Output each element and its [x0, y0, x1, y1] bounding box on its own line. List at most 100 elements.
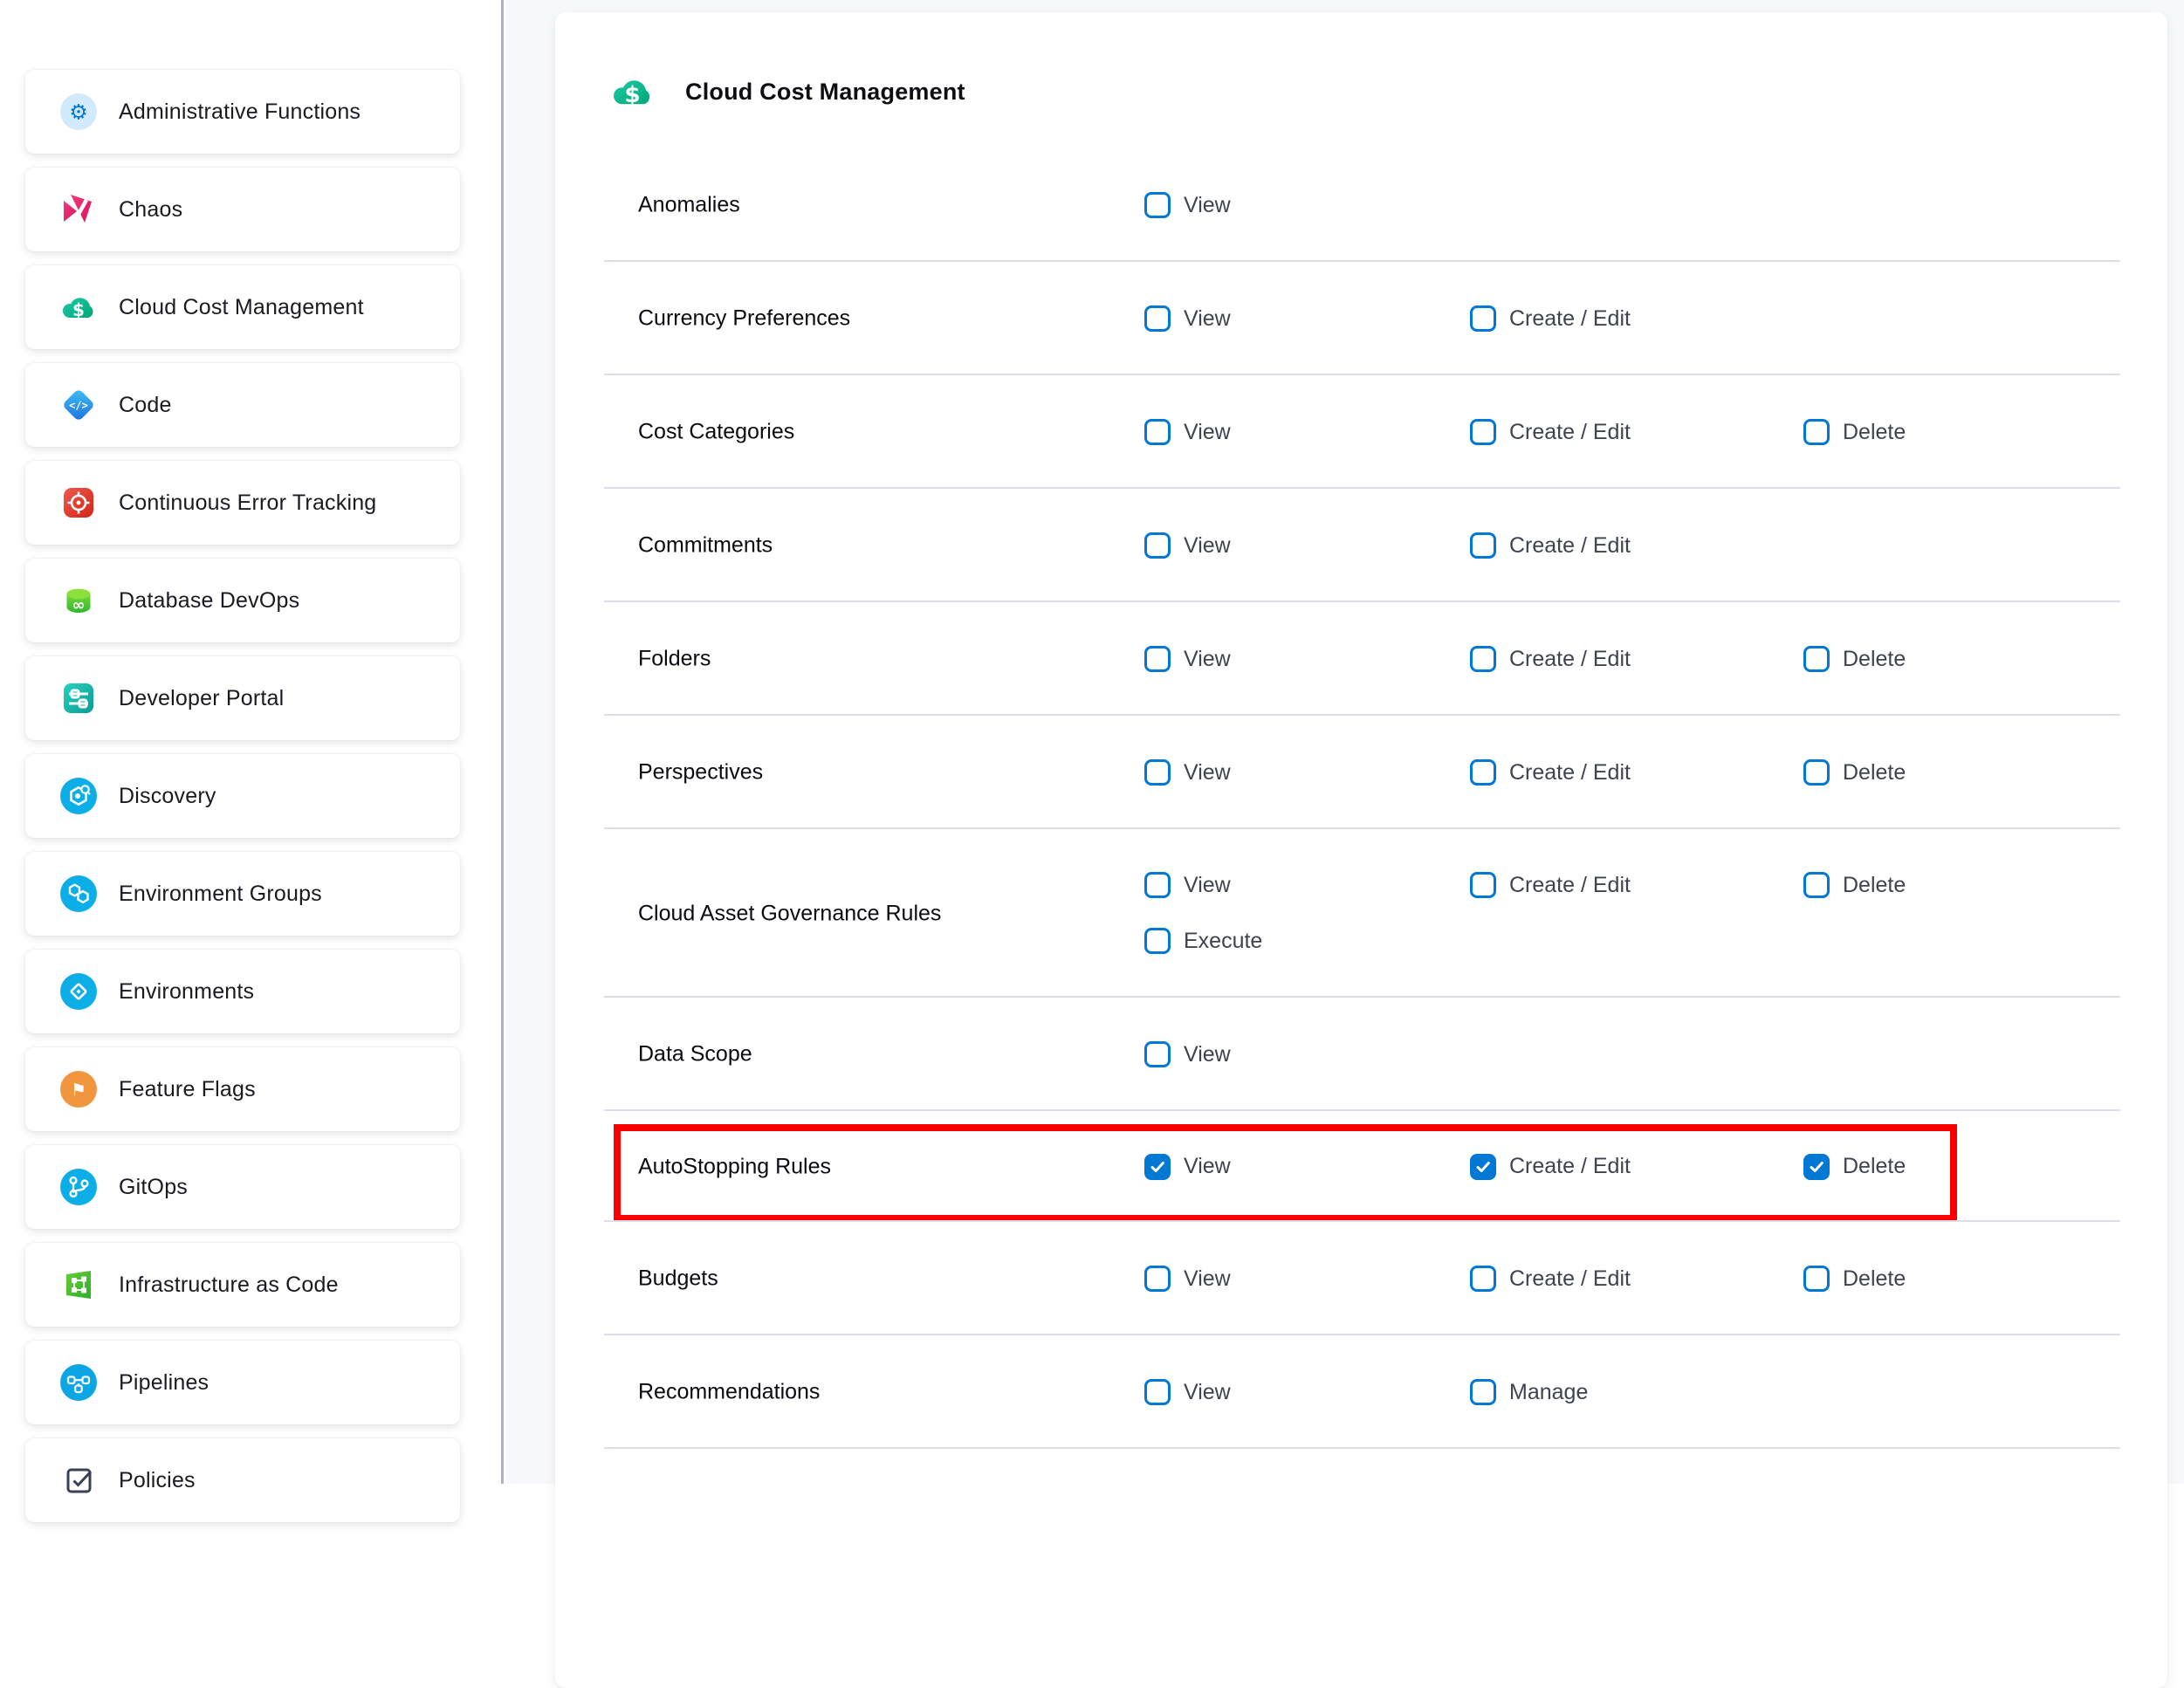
view-checkbox[interactable]: [1144, 305, 1171, 332]
sliders-icon: [60, 680, 97, 717]
database-icon: ∞: [60, 582, 97, 619]
permission-row-label: Anomalies: [638, 193, 740, 218]
create-edit-checkbox[interactable]: [1470, 646, 1496, 672]
sidebar-item-label: Continuous Error Tracking: [119, 491, 376, 516]
sidebar-item-environments[interactable]: Environments: [25, 950, 460, 1033]
permission-cell: View: [1144, 871, 1231, 899]
sidebar-item-label: Chaos: [119, 197, 182, 223]
permission-cell: View: [1144, 305, 1231, 333]
sidebar-item-label: Pipelines: [119, 1370, 209, 1396]
sidebar-item-administrative-functions[interactable]: ⚙ Administrative Functions: [25, 70, 460, 154]
sidebar-item-code[interactable]: </>Code: [25, 363, 460, 447]
permission-row-label: Budgets: [638, 1266, 718, 1292]
sidebar-item-environment-groups[interactable]: Environment Groups: [25, 852, 460, 936]
cloud-dollar-icon: $: [60, 289, 97, 326]
delete-checkbox[interactable]: [1803, 1154, 1830, 1180]
permission-label: View: [1184, 1266, 1231, 1292]
permission-cell: View: [1144, 1265, 1231, 1293]
permission-label: View: [1184, 193, 1231, 218]
svg-text:$: $: [624, 82, 640, 108]
permission-cell: Create / Edit: [1470, 871, 1631, 899]
sidebar-item-label: Cloud Cost Management: [119, 295, 364, 320]
permission-cell: View: [1144, 1153, 1231, 1181]
create-edit-checkbox[interactable]: [1470, 419, 1496, 445]
create-edit-checkbox[interactable]: [1470, 1154, 1496, 1180]
sidebar-item-discovery[interactable]: Discovery: [25, 754, 460, 838]
delete-checkbox[interactable]: [1803, 646, 1830, 672]
sidebar-item-chaos[interactable]: Chaos: [25, 168, 460, 251]
sidebar-item-label: Policies: [119, 1468, 196, 1493]
view-checkbox[interactable]: [1144, 192, 1171, 218]
view-checkbox[interactable]: [1144, 646, 1171, 672]
sidebar-item-cloud-cost-management[interactable]: $ Cloud Cost Management: [25, 265, 460, 349]
permission-row-budgets: Budgets View Create / Edit Delete: [555, 1222, 2167, 1335]
permission-label: View: [1184, 1154, 1231, 1179]
execute-checkbox[interactable]: [1144, 928, 1171, 954]
sidebar-item-gitops[interactable]: GitOps: [25, 1145, 460, 1229]
flag-icon: ⚑: [60, 1071, 97, 1108]
view-checkbox[interactable]: [1144, 419, 1171, 445]
permission-label: View: [1184, 420, 1231, 445]
permission-label: View: [1184, 1380, 1231, 1405]
permission-cell: Create / Edit: [1470, 758, 1631, 786]
permission-label: Delete: [1843, 873, 1906, 898]
permission-cell: Manage: [1470, 1378, 1588, 1406]
create-edit-checkbox[interactable]: [1470, 532, 1496, 559]
permission-cell: Delete: [1803, 418, 1906, 446]
permission-cell: Create / Edit: [1470, 532, 1631, 559]
delete-checkbox[interactable]: [1803, 872, 1830, 898]
permission-cell: View: [1144, 191, 1231, 219]
hexagon-group-icon: [60, 875, 97, 912]
permission-cell: Delete: [1803, 645, 1906, 673]
permission-cell: View: [1144, 532, 1231, 559]
create-edit-checkbox[interactable]: [1470, 759, 1496, 786]
permission-cell: Delete: [1803, 1265, 1906, 1293]
sidebar-item-infrastructure-as-code[interactable]: Infrastructure as Code: [25, 1243, 460, 1327]
permission-label: Create / Edit: [1509, 1266, 1631, 1292]
sidebar-item-pipelines[interactable]: Pipelines: [25, 1341, 460, 1424]
sidebar-item-database-devops[interactable]: ∞Database DevOps: [25, 559, 460, 642]
gear-icon: ⚙: [60, 93, 97, 130]
create-edit-checkbox[interactable]: [1470, 305, 1496, 332]
git-branch-icon: [60, 1169, 97, 1205]
svg-text:</>: </>: [69, 400, 88, 412]
view-checkbox[interactable]: [1144, 1041, 1171, 1067]
view-checkbox[interactable]: [1144, 1266, 1171, 1292]
delete-checkbox[interactable]: [1803, 419, 1830, 445]
sidebar-item-continuous-error-tracking[interactable]: Continuous Error Tracking: [25, 461, 460, 545]
permissions-table: Anomalies View Currency Preferences View Cre…: [555, 148, 2167, 1449]
permissions-card: $ Cloud Cost Management Anomalies View Cur…: [555, 12, 2167, 1688]
target-icon: [60, 484, 97, 521]
view-checkbox[interactable]: [1144, 1379, 1171, 1405]
permission-cell: Delete: [1803, 758, 1906, 786]
sidebar-item-label: Administrative Functions: [119, 99, 361, 125]
view-checkbox[interactable]: [1144, 1154, 1171, 1180]
permission-row-label: Currency Preferences: [638, 306, 850, 332]
permission-label: View: [1184, 647, 1231, 672]
permission-cell: View: [1144, 758, 1231, 786]
sidebar-item-feature-flags[interactable]: ⚑ Feature Flags: [25, 1047, 460, 1131]
permission-label: Create / Edit: [1509, 306, 1631, 332]
delete-checkbox[interactable]: [1803, 759, 1830, 786]
view-checkbox[interactable]: [1144, 759, 1171, 786]
permission-row-cloud-asset-governance-rules: Cloud Asset Governance RulesViewCreate /…: [555, 829, 2167, 998]
delete-checkbox[interactable]: [1803, 1266, 1830, 1292]
sidebar-item-label: Feature Flags: [119, 1077, 256, 1102]
sidebar-item-policies[interactable]: Policies: [25, 1438, 460, 1522]
create-edit-checkbox[interactable]: [1470, 872, 1496, 898]
permission-row-cost-categories: Cost CategoriesViewCreate / EditDelete: [555, 375, 2167, 489]
view-checkbox[interactable]: [1144, 872, 1171, 898]
permission-label: Create / Edit: [1509, 420, 1631, 445]
permission-cell: Delete: [1803, 1153, 1906, 1181]
permission-label: Create / Edit: [1509, 533, 1631, 559]
panel-title: Cloud Cost Management: [685, 79, 965, 106]
permission-cell: Create / Edit: [1470, 1265, 1631, 1293]
manage-checkbox[interactable]: [1470, 1379, 1496, 1405]
create-edit-checkbox[interactable]: [1470, 1266, 1496, 1292]
permission-row-perspectives: PerspectivesViewCreate / EditDelete: [555, 716, 2167, 829]
sidebar-item-developer-portal[interactable]: Developer Portal: [25, 656, 460, 740]
permission-cell: View: [1144, 1378, 1231, 1406]
permission-cell: View: [1144, 418, 1231, 446]
cloud-dollar-icon: $: [608, 70, 657, 113]
view-checkbox[interactable]: [1144, 532, 1171, 559]
